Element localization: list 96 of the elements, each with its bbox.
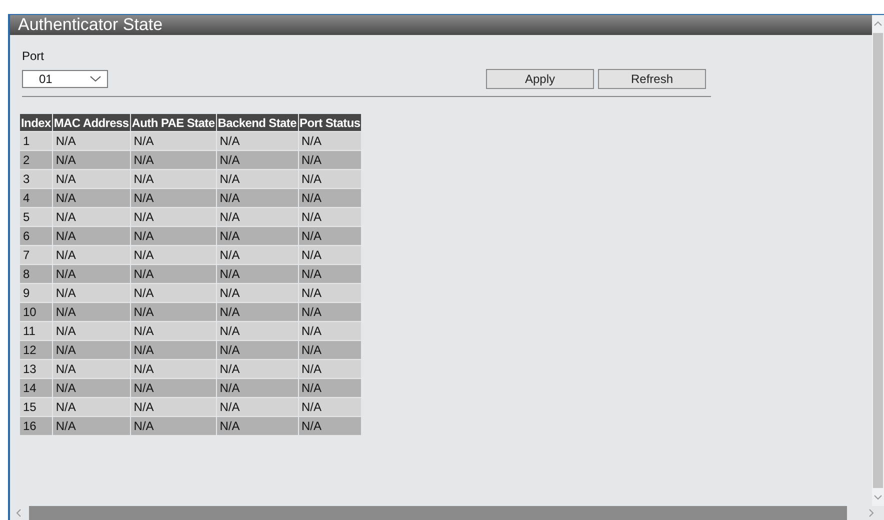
scroll-down-icon[interactable]: [874, 495, 882, 500]
table-cell: 16: [20, 417, 52, 435]
table-cell: N/A: [52, 322, 130, 340]
table-cell: N/A: [298, 417, 362, 435]
column-header: Backend State: [216, 114, 298, 131]
table-cell: N/A: [52, 379, 130, 397]
table-cell: 10: [20, 303, 52, 321]
table-cell: N/A: [216, 322, 298, 340]
table-cell: N/A: [52, 227, 130, 245]
table-cell: N/A: [298, 132, 362, 150]
table-cell: N/A: [298, 227, 362, 245]
table-cell: N/A: [52, 417, 130, 435]
table-cell: 5: [20, 208, 52, 226]
table-cell: N/A: [130, 303, 216, 321]
action-button[interactable]: Refresh: [598, 69, 706, 89]
table-cell: N/A: [298, 398, 362, 416]
port-label: Port: [22, 49, 46, 63]
table-cell: N/A: [130, 398, 216, 416]
table-cell: N/A: [216, 379, 298, 397]
panel-title: Authenticator State: [10, 15, 872, 35]
scroll-up-icon[interactable]: [874, 21, 882, 26]
table-cell: N/A: [216, 208, 298, 226]
table-cell: N/A: [216, 170, 298, 188]
table-cell: N/A: [216, 151, 298, 169]
table-cell: N/A: [52, 189, 130, 207]
table-cell: N/A: [130, 246, 216, 264]
table-cell: 11: [20, 322, 52, 340]
table-cell: N/A: [52, 398, 130, 416]
table-cell: N/A: [216, 360, 298, 378]
column-header: Port Status: [298, 114, 362, 131]
table-cell: N/A: [130, 208, 216, 226]
table-cell: N/A: [52, 341, 130, 359]
column-header: Auth PAE State: [130, 114, 216, 131]
caret-icon: [90, 76, 101, 82]
table-cell: N/A: [52, 151, 130, 169]
table-cell: N/A: [298, 246, 362, 264]
table-cell: 2: [20, 151, 52, 169]
table-cell: N/A: [216, 341, 298, 359]
table-cell: N/A: [216, 132, 298, 150]
table-cell: N/A: [130, 132, 216, 150]
table-cell: N/A: [216, 284, 298, 302]
table-cell: N/A: [130, 379, 216, 397]
table-cell: N/A: [216, 303, 298, 321]
table-cell: N/A: [216, 227, 298, 245]
table-cell: N/A: [298, 170, 362, 188]
table-cell: N/A: [298, 360, 362, 378]
column-header: Index: [20, 114, 52, 131]
table-cell: N/A: [130, 417, 216, 435]
table-cell: 4: [20, 189, 52, 207]
table-cell: 7: [20, 246, 52, 264]
table-cell: 15: [20, 398, 52, 416]
table-cell: N/A: [130, 151, 216, 169]
table-cell: N/A: [130, 322, 216, 340]
table-cell: N/A: [52, 170, 130, 188]
port-select[interactable]: 01: [22, 70, 108, 88]
table-cell: N/A: [130, 360, 216, 378]
table-cell: N/A: [298, 284, 362, 302]
table-cell: N/A: [216, 246, 298, 264]
table-cell: N/A: [52, 246, 130, 264]
vertical-scrollbar[interactable]: [872, 15, 884, 506]
table-cell: 13: [20, 360, 52, 378]
table-cell: N/A: [130, 341, 216, 359]
table-cell: 3: [20, 170, 52, 188]
table-cell: N/A: [216, 265, 298, 283]
table-cell: N/A: [216, 417, 298, 435]
table-cell: N/A: [216, 189, 298, 207]
table-cell: N/A: [52, 303, 130, 321]
table-cell: N/A: [216, 398, 298, 416]
table-cell: N/A: [130, 189, 216, 207]
table-cell: 14: [20, 379, 52, 397]
action-button[interactable]: Apply: [486, 69, 594, 89]
table-cell: N/A: [130, 170, 216, 188]
table-cell: N/A: [298, 151, 362, 169]
table-cell: 1: [20, 132, 52, 150]
table-cell: N/A: [52, 360, 130, 378]
table-cell: N/A: [130, 284, 216, 302]
table-cell: N/A: [52, 265, 130, 283]
table-cell: N/A: [298, 303, 362, 321]
table-cell: 8: [20, 265, 52, 283]
table-cell: N/A: [298, 265, 362, 283]
table-cell: 12: [20, 341, 52, 359]
table-cell: 9: [20, 284, 52, 302]
table-cell: N/A: [52, 132, 130, 150]
table-cell: N/A: [130, 227, 216, 245]
scroll-left-icon[interactable]: [16, 509, 21, 517]
table-cell: N/A: [298, 208, 362, 226]
table-cell: N/A: [298, 379, 362, 397]
table-cell: N/A: [52, 208, 130, 226]
table-cell: N/A: [298, 189, 362, 207]
table-cell: N/A: [52, 284, 130, 302]
table-cell: N/A: [130, 265, 216, 283]
table-cell: N/A: [298, 322, 362, 340]
column-header: MAC Address: [52, 114, 130, 131]
scroll-right-icon[interactable]: [869, 509, 874, 517]
table-cell: 6: [20, 227, 52, 245]
table-cell: N/A: [298, 341, 362, 359]
